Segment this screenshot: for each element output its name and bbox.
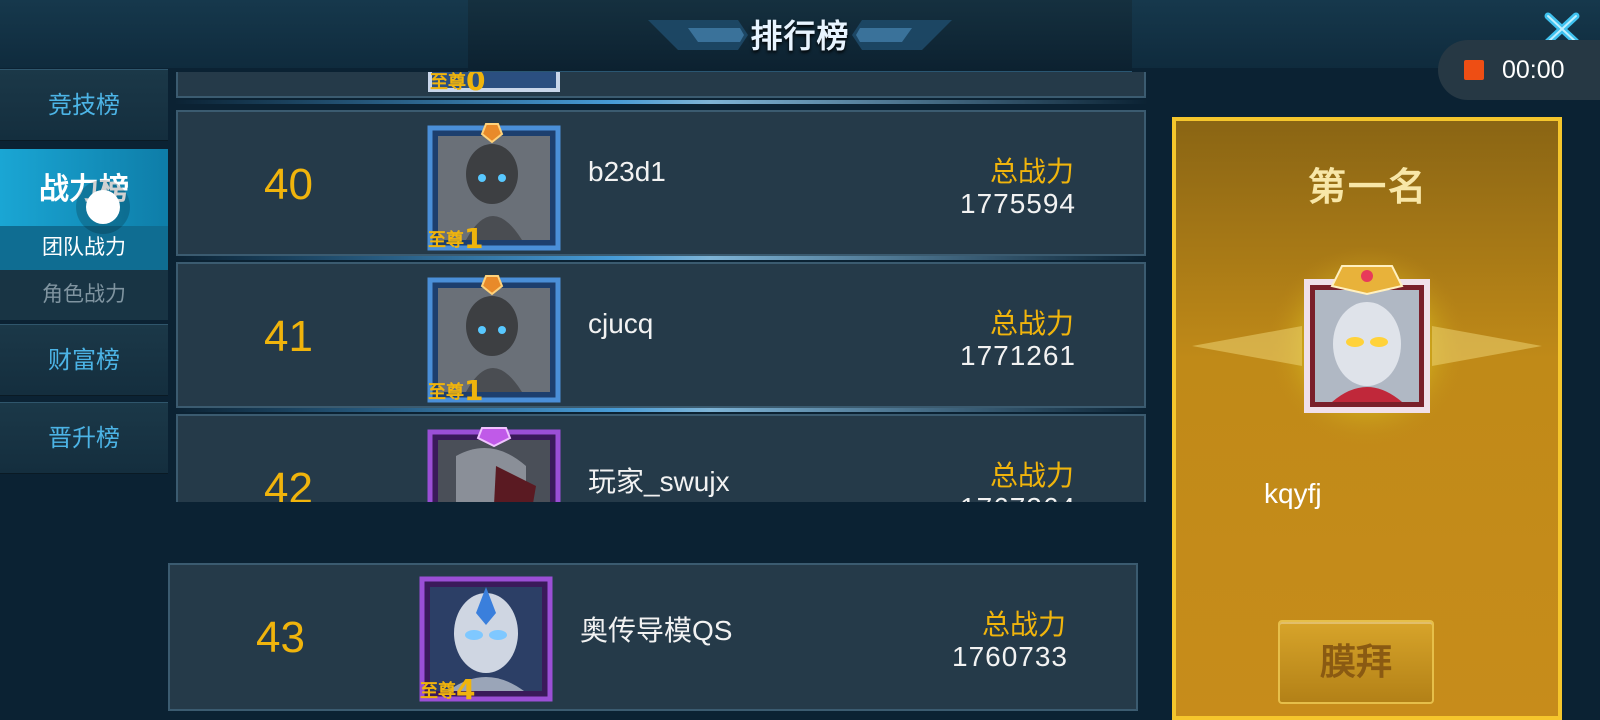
power-value: 1771261 <box>960 340 1077 371</box>
page-title: 排行榜 <box>750 18 850 54</box>
rank-number: 43 <box>256 613 305 662</box>
first-place-title: 第一名 <box>1307 167 1428 209</box>
tab-power-ranking-label: 战力榜 <box>39 173 129 206</box>
svg-text:1: 1 <box>464 222 483 252</box>
svg-text:4: 4 <box>456 673 475 703</box>
recording-time: 00:00 <box>1502 55 1565 84</box>
power-value: 1760733 <box>952 641 1069 672</box>
player-avatar: 至尊 0 <box>428 72 560 94</box>
rank-number: 40 <box>264 160 313 209</box>
worship-button[interactable]: 膜拜 <box>1278 620 1434 704</box>
player-avatar: 至尊 4 <box>419 576 553 703</box>
tab-promotion-ranking[interactable]: 晋升榜 <box>0 402 168 474</box>
player-name: b23d1 <box>588 156 666 187</box>
row-divider <box>174 256 1148 260</box>
title-wing-right-icon <box>852 20 952 50</box>
tab-arena-ranking[interactable]: 竞技榜 <box>0 69 168 141</box>
svg-text:至尊: 至尊 <box>420 680 456 702</box>
player-name: 奥传导模QS <box>580 615 733 646</box>
subtab-role-power[interactable]: 角色战力 <box>0 270 168 320</box>
rank-number: 42 <box>264 464 313 502</box>
table-row[interactable]: 41 至尊 1 cjucq 总战力 1771261 <box>176 262 1146 408</box>
table-row[interactable]: 42 玩家_swujx 总战力 1767264 <box>176 414 1146 502</box>
rank-number: 41 <box>264 312 313 361</box>
row-divider <box>174 408 1148 412</box>
player-avatar <box>427 427 561 502</box>
power-label: 总战力 <box>981 609 1066 640</box>
svg-text:至尊: 至尊 <box>430 72 466 93</box>
svg-text:1: 1 <box>464 374 483 404</box>
svg-text:至尊: 至尊 <box>428 229 464 251</box>
tab-wealth-ranking[interactable]: 财富榜 <box>0 324 168 396</box>
title-wing-left-icon <box>648 20 748 50</box>
ranking-list[interactable]: 至尊 0 40 至尊 1 b23d1 总战力 1775594 41 至尊 1 c… <box>174 72 1148 502</box>
row-divider <box>174 100 1148 104</box>
player-name: cjucq <box>588 308 654 339</box>
my-rank-row[interactable]: 43 至尊 4 奥传导模QS 总战力 1760733 <box>168 563 1138 711</box>
player-avatar: 至尊 1 <box>427 275 561 404</box>
touch-indicator <box>86 190 120 224</box>
record-stop-icon[interactable] <box>1464 60 1484 80</box>
power-value: 1775594 <box>960 188 1077 219</box>
power-label: 总战力 <box>989 460 1074 491</box>
first-place-name: kqyfj <box>1264 478 1322 509</box>
player-name: 玩家_swujx <box>588 466 730 497</box>
power-label: 总战力 <box>989 308 1074 339</box>
power-label: 总战力 <box>989 156 1074 187</box>
subtab-team-power[interactable]: 团队战力 <box>0 226 168 270</box>
table-row[interactable]: 40 至尊 1 b23d1 总战力 1775594 <box>176 110 1146 256</box>
svg-text:至尊: 至尊 <box>428 381 464 403</box>
power-value: 1767264 <box>960 492 1076 502</box>
table-row[interactable]: 至尊 0 <box>176 72 1146 98</box>
first-place-avatar <box>1192 246 1542 446</box>
screen-recorder-widget[interactable]: 00:00 <box>1438 40 1600 100</box>
svg-text:0: 0 <box>466 72 485 94</box>
player-avatar: 至尊 1 <box>427 123 561 252</box>
